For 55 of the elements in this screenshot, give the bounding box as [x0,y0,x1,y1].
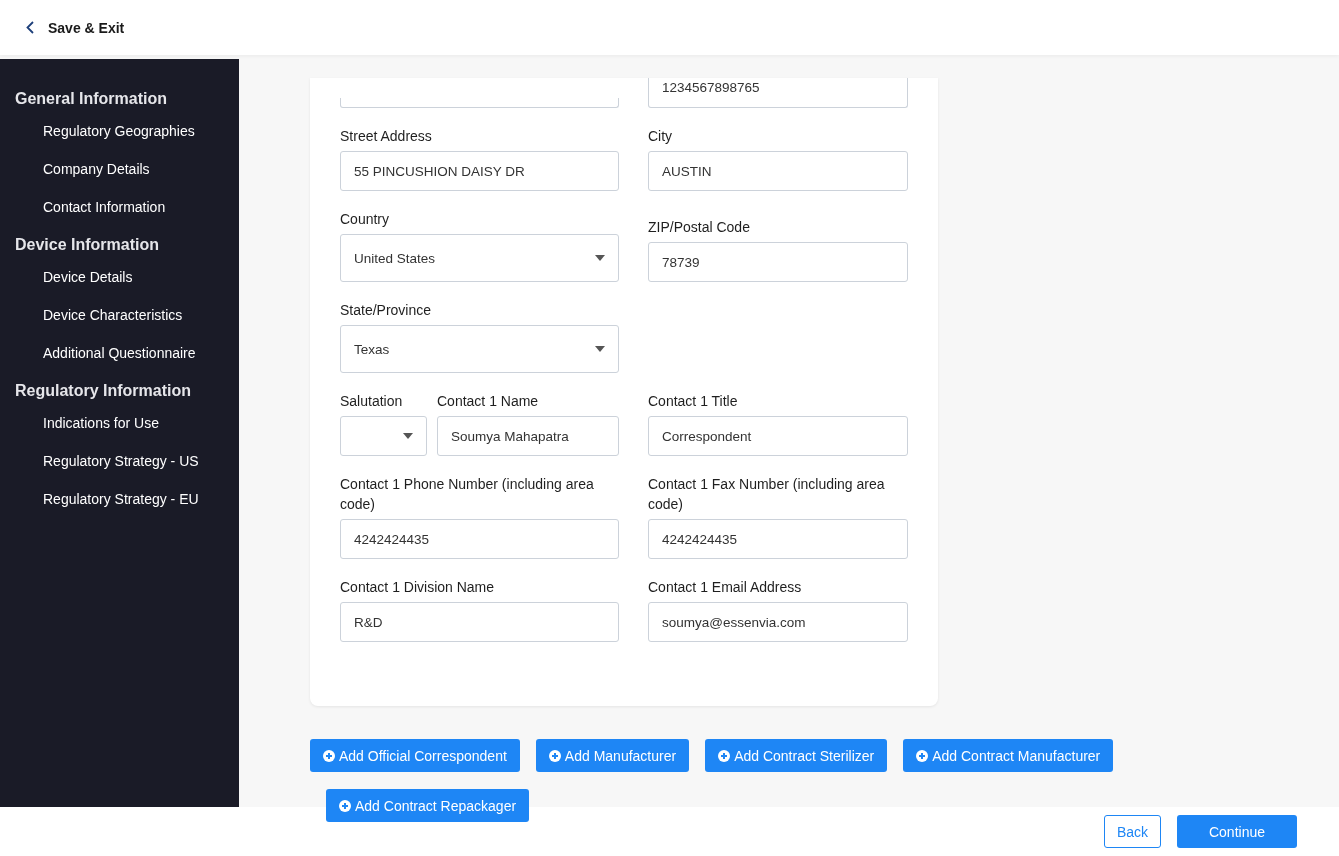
caret-icon [403,433,413,439]
input-field[interactable]: Soumya Mahapatra [437,416,619,456]
sidebar-section-title: Regulatory Information [14,381,192,401]
select-field[interactable]: United States [340,234,619,282]
sidebar-item[interactable]: Contact Information [43,197,166,217]
plus-circle-icon [548,749,561,762]
save-exit-button[interactable]: Save & Exit [26,19,125,36]
field-label: Contact 1 Fax Number (including area code) [648,475,886,514]
sidebar-item[interactable]: Regulatory Geographies [43,121,195,141]
sidebar-section-title: Device Information [14,235,161,255]
sidebar-item[interactable]: Additional Questionnaire [43,343,196,363]
sidebar-item[interactable]: Regulatory Strategy - EU [43,489,199,509]
sidebar-item[interactable]: Device Characteristics [43,305,183,325]
input-field[interactable]: 1234567898765 [648,78,908,108]
add-button[interactable]: Add Contract Manufacturer [903,739,1114,772]
input-field[interactable]: 55 PINCUSHION DAISY DR [340,151,619,191]
sidebar-item[interactable]: Regulatory Strategy - US [43,451,199,471]
plus-circle-icon [323,749,335,762]
field-label: Street Address [340,127,433,146]
input-field[interactable]: 4242424435 [340,519,619,559]
input-field[interactable]: AUSTIN [648,151,908,191]
field-label: Contact 1 Name [437,392,540,411]
field-label: ZIP/Postal Code [648,218,751,237]
sidebar-item[interactable]: Device Details [43,267,133,287]
field-label: Country [340,210,391,229]
plus-circle-icon [339,799,351,812]
input-field[interactable]: 4242424435 [648,519,908,559]
caret-icon [595,255,605,261]
plus-circle-icon [718,749,731,762]
input-field[interactable]: soumya@essenvia.com [648,602,908,642]
chevron-left-icon [26,21,34,34]
back-button[interactable]: Back [1103,815,1161,848]
plus-circle-icon [916,749,929,762]
input-field[interactable]: 78739 [648,242,908,282]
caret-icon [595,346,605,352]
sidebar-item[interactable]: Indications for Use [43,413,159,433]
input-field[interactable]: R&D [340,602,619,642]
input-field[interactable]: Correspondent [648,416,908,456]
add-button[interactable]: Add Official Correspondent [310,739,520,772]
field-label: Contact 1 Phone Number (including area code) [340,475,595,514]
sidebar-section-title: General Information [14,89,169,109]
field-label: Contact 1 Division Name [340,578,496,597]
continue-button[interactable]: Continue [1177,815,1297,848]
add-button[interactable]: Add Manufacturer [535,739,690,772]
add-button[interactable]: Add Contract Sterilizer [705,739,888,772]
sidebar-item[interactable]: Company Details [43,159,150,179]
input-field[interactable] [340,98,619,108]
select-field[interactable]: Texas [340,325,619,373]
field-label: Contact 1 Title [648,392,739,411]
field-label: City [648,127,674,146]
field-label: State/Province [340,301,433,320]
field-label: Salutation [340,392,404,411]
add-button[interactable]: Add Contract Repackager [326,789,530,822]
select-field[interactable] [340,416,427,456]
field-label: Contact 1 Email Address [648,578,803,597]
